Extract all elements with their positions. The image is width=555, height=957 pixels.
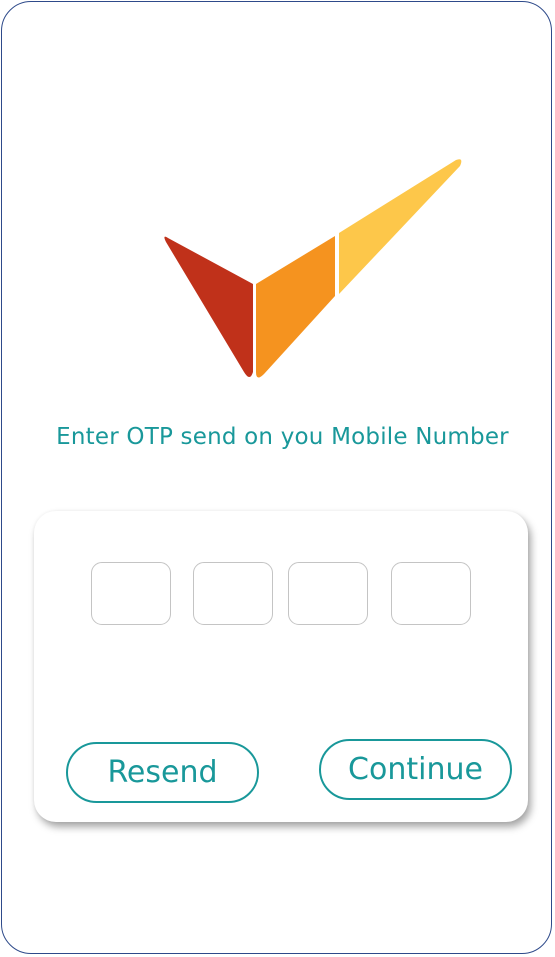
- otp-digit-2-input[interactable]: [193, 562, 273, 625]
- resend-button[interactable]: Resend: [66, 742, 259, 803]
- otp-digit-1-input[interactable]: [91, 562, 171, 625]
- logo-yellow-segment: [339, 159, 462, 294]
- logo-orange-segment: [256, 236, 335, 378]
- otp-digit-4-input[interactable]: [391, 562, 471, 625]
- otp-digit-3-input[interactable]: [288, 562, 368, 625]
- continue-button[interactable]: Continue: [319, 739, 512, 800]
- otp-instruction-text: Enter OTP send on you Mobile Number: [56, 424, 509, 450]
- checkmark-logo-icon: [164, 159, 462, 378]
- otp-card: Resend Continue: [34, 511, 528, 822]
- logo-red-segment: [164, 236, 253, 377]
